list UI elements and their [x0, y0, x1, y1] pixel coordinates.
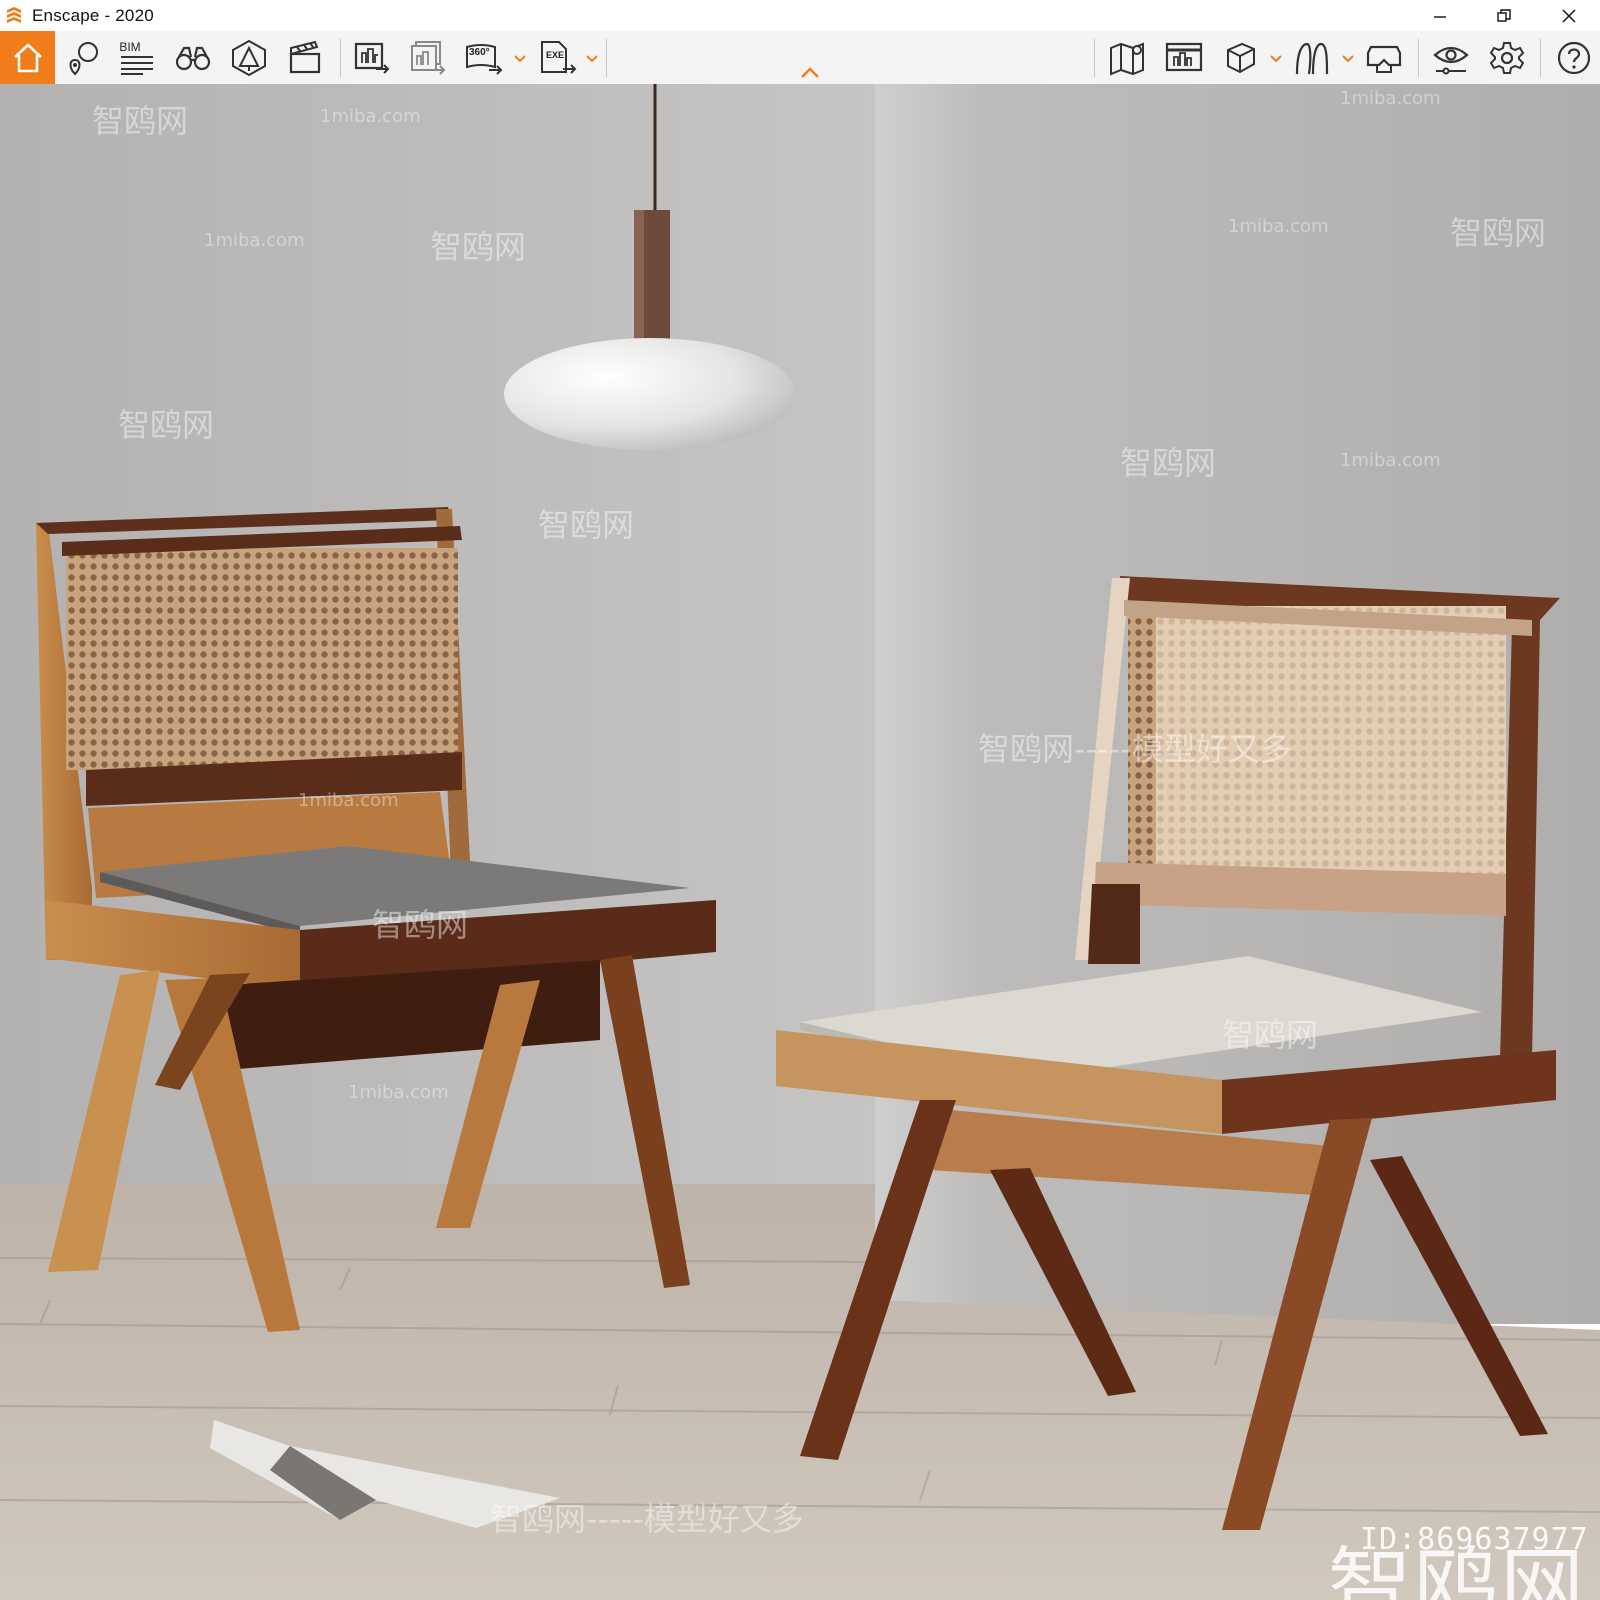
video-editor-button[interactable] [282, 31, 328, 84]
bim-info-icon [121, 55, 153, 75]
toolbar-separator [1094, 39, 1095, 77]
watermark-site: 1miba.com [204, 230, 305, 251]
views-manager-button[interactable] [1161, 31, 1207, 84]
batch-render-button[interactable] [406, 31, 452, 84]
home-icon [13, 42, 42, 72]
restore-button[interactable] [1481, 0, 1527, 31]
minimize-icon [1434, 15, 1446, 18]
chevron-down-icon[interactable] [1270, 55, 1282, 63]
render-viewport[interactable]: 1miba.com 1miba.com 1miba.com 1miba.com … [0, 84, 1600, 1600]
asset-library-icon [232, 39, 266, 76]
panorama-export-button[interactable]: 360° [462, 31, 508, 84]
chevron-down-icon[interactable] [1342, 55, 1354, 63]
help-icon [1557, 41, 1591, 74]
visual-settings-icon [1433, 46, 1469, 74]
render-screenshot-button[interactable] [350, 31, 396, 84]
binoculars-button[interactable] [170, 31, 216, 84]
screenshot-location-button[interactable] [60, 31, 106, 84]
exe-export-button[interactable]: EXE [535, 31, 581, 84]
watermark-site: 1miba.com [348, 1082, 449, 1103]
watermark-site: 1miba.com [1340, 450, 1441, 471]
map-icon [1110, 42, 1144, 75]
watermark-site: 1miba.com [1340, 88, 1441, 109]
vr-headset-icon [1366, 45, 1402, 73]
watermark-slogan: 智鸥网-----模型好又多 [978, 730, 1292, 768]
bim-info-button[interactable]: BIM [112, 31, 162, 84]
settings-button[interactable] [1484, 31, 1530, 84]
batch-render-icon [411, 40, 446, 75]
watermark-brand: 智鸥网 [118, 406, 215, 444]
chevron-down-icon[interactable] [514, 55, 526, 63]
watermark-brand: 智鸥网 [92, 102, 189, 140]
close-icon [1562, 8, 1576, 23]
watermark-site: 1miba.com [1228, 216, 1329, 237]
toolbar-separator [1540, 39, 1541, 77]
views-manager-icon [1165, 42, 1203, 71]
interior-render-scene [0, 84, 1600, 1600]
box-view-button[interactable] [1217, 31, 1263, 84]
watermark-brand: 智鸥网 [1450, 214, 1547, 252]
title-bar: Enscape - 2020 [0, 0, 1600, 31]
map-button[interactable] [1105, 31, 1151, 84]
bim-label: BIM [119, 39, 141, 54]
close-button[interactable] [1546, 0, 1592, 31]
asset-library-button[interactable] [226, 31, 272, 84]
restore-icon [1497, 8, 1511, 22]
toolbar-separator [1418, 39, 1419, 77]
enscape-logo-icon [7, 6, 21, 23]
watermark-brand: 智鸥网 [1222, 1016, 1319, 1054]
enscape-toolbar: BIM 360° EXE [0, 31, 1600, 85]
watermark-site: 1miba.com [298, 790, 399, 811]
chevron-up-icon[interactable] [800, 67, 820, 79]
watermark-model-id: ID:869637977 [1360, 1522, 1589, 1557]
video-clapper-icon [289, 40, 321, 73]
panorama-label: 360° [469, 47, 490, 58]
window-title: Enscape - 2020 [32, 5, 154, 25]
toolbar-separator [340, 39, 341, 77]
binoculars-icon [175, 46, 211, 70]
walk-fly-icon [1295, 42, 1329, 74]
watermark-brand: 智鸥网 [430, 228, 527, 266]
watermark-brand: 智鸥网 [372, 906, 469, 944]
minimize-button[interactable] [1417, 0, 1463, 31]
settings-gear-icon [1489, 41, 1525, 74]
chevron-down-icon[interactable] [586, 55, 598, 63]
screenshot-location-icon [69, 41, 98, 75]
vr-headset-button[interactable] [1361, 31, 1407, 84]
render-screenshot-icon [354, 42, 390, 74]
watermark-site: 1miba.com [320, 106, 421, 127]
help-button[interactable] [1552, 31, 1596, 84]
home-button[interactable] [0, 31, 55, 84]
toolbar-separator [606, 39, 607, 77]
watermark-brand: 智鸥网 [538, 506, 635, 544]
watermark-slogan: 智鸥网-----模型好又多 [490, 1500, 804, 1538]
exe-label: EXE [546, 50, 565, 60]
walk-fly-button[interactable] [1289, 31, 1335, 84]
box-view-icon [1227, 42, 1255, 73]
watermark-brand: 智鸥网 [1120, 444, 1217, 482]
visual-settings-button[interactable] [1428, 31, 1474, 84]
